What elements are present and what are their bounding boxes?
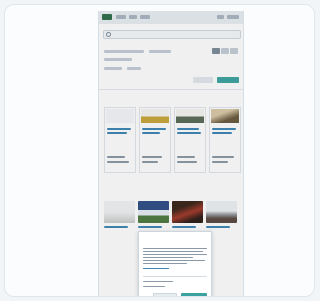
- dialog-text: [143, 263, 187, 264]
- dialog-option[interactable]: [143, 286, 165, 287]
- dialog-link[interactable]: [143, 268, 169, 269]
- dialog-option[interactable]: [143, 281, 173, 282]
- dialog-text: [143, 257, 193, 258]
- dialog-divider: [143, 276, 207, 277]
- accept-button[interactable]: [181, 293, 207, 296]
- dialog-text: [143, 248, 207, 249]
- dialog-text: [143, 254, 207, 255]
- dialog-text: [143, 260, 205, 261]
- web-page: [98, 11, 244, 296]
- reject-button[interactable]: [153, 293, 177, 296]
- dialog-text: [143, 251, 203, 252]
- consent-dialog: [138, 231, 212, 296]
- screenshot-card: [4, 4, 315, 297]
